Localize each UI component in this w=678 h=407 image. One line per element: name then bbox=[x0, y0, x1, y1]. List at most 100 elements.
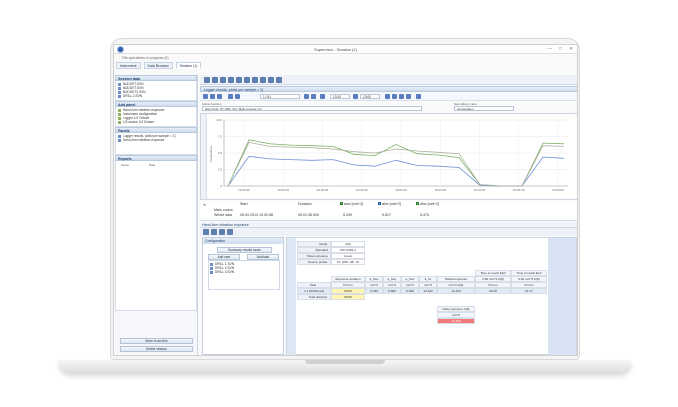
header-start: Start bbox=[240, 202, 248, 206]
checkbox-icon[interactable] bbox=[340, 202, 343, 205]
panel-icon bbox=[118, 120, 121, 124]
save-icon[interactable] bbox=[212, 77, 218, 83]
sync-icon[interactable] bbox=[385, 94, 390, 99]
tab-session[interactable]: Session (1) bbox=[175, 62, 202, 69]
task-ahwy: 9.809 bbox=[383, 288, 401, 294]
column-date[interactable]: Date bbox=[149, 163, 155, 167]
clock-icon[interactable] bbox=[353, 94, 358, 99]
hand-arm-toolbar bbox=[200, 228, 577, 236]
whole-data-ch1: 5.339 bbox=[343, 213, 352, 217]
panel-icon bbox=[118, 112, 121, 116]
summary-results-mode-button[interactable]: Summary results mode bbox=[217, 247, 272, 253]
last-icon[interactable] bbox=[311, 94, 316, 99]
chart-series bbox=[227, 139, 565, 187]
header-ch3[interactable]: ahw [m/s^2] bbox=[416, 202, 439, 206]
secondary-axis-select[interactable]: Acceleration bbox=[454, 106, 514, 111]
info-icon[interactable] bbox=[227, 229, 233, 235]
marker-icon[interactable] bbox=[260, 77, 266, 83]
x-tick-label: 10:03:30 bbox=[238, 188, 250, 192]
panels-list: Logger results, plotsi per sample = 1] H… bbox=[115, 133, 197, 155]
panel-icon bbox=[118, 116, 121, 120]
whole-data-ch2: 9.817 bbox=[382, 213, 391, 217]
tab-instrument[interactable]: Instrument bbox=[116, 62, 141, 69]
series-line-2[interactable] bbox=[227, 155, 565, 187]
task-ahwx: 5.339 bbox=[365, 288, 383, 294]
open-icon[interactable] bbox=[204, 77, 210, 83]
y-tick-label: 2.5 bbox=[218, 168, 223, 172]
header-ch2[interactable]: ahw [m/s^2] bbox=[378, 202, 401, 206]
checkbox-icon[interactable] bbox=[378, 202, 381, 205]
cursor-results: ✕ Start Duration ahw [m/s^2] ahw [m/s^2]… bbox=[200, 201, 577, 221]
grid-right-strip bbox=[548, 238, 576, 355]
file-icon bbox=[210, 270, 213, 274]
x-tick-label: 10:04:20 bbox=[434, 188, 446, 192]
x-tick-label: 10:04:00 bbox=[356, 188, 368, 192]
export-icon[interactable] bbox=[220, 77, 226, 83]
chart-y-toolbar bbox=[201, 114, 207, 199]
y-tick-label: 5.0 bbox=[218, 151, 223, 155]
source-profile-select[interactable]: P1 (WR, Wh, W bbox=[331, 259, 365, 265]
delete-session-button[interactable]: Delete session bbox=[120, 346, 193, 352]
header-ch1[interactable]: ahw [m/s^2] bbox=[340, 202, 363, 206]
x-tick-label: 10:04:50 bbox=[552, 188, 564, 192]
monitor-icon[interactable] bbox=[392, 94, 397, 99]
y-tick-label: 7.5 bbox=[218, 135, 223, 139]
task-time-eav: 00:18 bbox=[475, 288, 511, 294]
move-to-archive-button[interactable]: Move to archive bbox=[120, 338, 193, 344]
header-duration: Duration bbox=[298, 202, 312, 206]
window-title: Supervisor - Session (1) bbox=[314, 47, 357, 52]
active-function-select[interactable]: ahw (CH1, PT (WR, Xh), Multi sources (1)… bbox=[202, 106, 422, 111]
position-field[interactable]: 1 / 81 bbox=[260, 94, 300, 99]
list-item[interactable]: DRILL 3.SVN bbox=[210, 270, 278, 274]
list-item[interactable]: Hand-Arm vibration exposure bbox=[118, 138, 194, 142]
laptop-notch bbox=[305, 360, 385, 364]
text-small-icon[interactable] bbox=[276, 77, 282, 83]
configuration-tab[interactable]: Configuration bbox=[203, 238, 283, 244]
settings-icon[interactable] bbox=[217, 94, 222, 99]
home-icon[interactable] bbox=[203, 94, 208, 99]
grid-icon[interactable] bbox=[210, 94, 215, 99]
color-icon[interactable] bbox=[406, 94, 411, 99]
column-name[interactable]: Name bbox=[121, 163, 129, 167]
list-item[interactable]: DRILL 2.SVN bbox=[118, 94, 194, 98]
zoom-in-icon[interactable] bbox=[228, 77, 234, 83]
x-tick-label: 10:04:30 bbox=[474, 188, 486, 192]
close-cursor-icon[interactable]: ✕ bbox=[203, 203, 206, 207]
prev-icon[interactable] bbox=[235, 94, 240, 99]
cursor-icon[interactable] bbox=[252, 77, 258, 83]
logger-chart[interactable]: 10.0 7.5 5.0 2.5 0 Acceleration 10:03:30 10:03:… bbox=[200, 113, 577, 200]
window-controls[interactable]: — □ ✕ bbox=[548, 46, 577, 52]
play-icon[interactable] bbox=[320, 94, 325, 99]
first-icon[interactable] bbox=[228, 94, 233, 99]
x-tick-label: 10:04:40 bbox=[513, 188, 525, 192]
time-end-field[interactable]: 13:00 bbox=[360, 94, 380, 99]
text-icon[interactable] bbox=[268, 77, 274, 83]
task-ahwz: 5.466 bbox=[401, 288, 419, 294]
tab-data-browser[interactable]: Data Browser bbox=[143, 62, 173, 69]
main-toolbar bbox=[200, 75, 577, 85]
logger-panel-title[interactable]: Logger results, plotsi per sample = 1] bbox=[200, 86, 577, 92]
series-line-3[interactable] bbox=[227, 141, 565, 187]
next-icon[interactable] bbox=[304, 94, 309, 99]
zoom-fit-icon[interactable] bbox=[244, 77, 250, 83]
y-tick-label: 0 bbox=[220, 184, 222, 188]
chart-icon bbox=[118, 138, 121, 142]
task-ahv: 12.432 bbox=[419, 288, 437, 294]
y-tick-label: 10.0 bbox=[216, 118, 222, 122]
checkbox-icon[interactable] bbox=[416, 202, 419, 205]
add-icon[interactable] bbox=[203, 229, 209, 235]
task-list: DRILL 1.SVN DRILL 2.SVN DRILL 3.SVN bbox=[208, 260, 280, 290]
app-window: Supervisor - Session (1) — □ ✕ File oper… bbox=[113, 44, 578, 356]
list-item[interactable]: 1/3 octave 1/3 Octave bbox=[118, 120, 194, 124]
table-icon[interactable] bbox=[219, 229, 225, 235]
time-start-field[interactable]: 13:30 bbox=[330, 94, 350, 99]
help-icon[interactable] bbox=[416, 94, 421, 99]
x-tick-label: 10:03:40 bbox=[277, 188, 289, 192]
zoom-out-icon[interactable] bbox=[236, 77, 242, 83]
user-icon[interactable] bbox=[211, 229, 217, 235]
chart-plot[interactable]: 10.0 7.5 5.0 2.5 0 Acceleration 10:03:30 10:03:… bbox=[208, 114, 576, 199]
file-operations-status[interactable]: File operations in progress (0) bbox=[122, 56, 169, 60]
app-logo-icon[interactable] bbox=[117, 46, 124, 53]
exposure-grid: Mode: A(8) Standard ISO 5349-2 Show expo… bbox=[286, 237, 577, 355]
layer-icon[interactable] bbox=[399, 94, 404, 99]
